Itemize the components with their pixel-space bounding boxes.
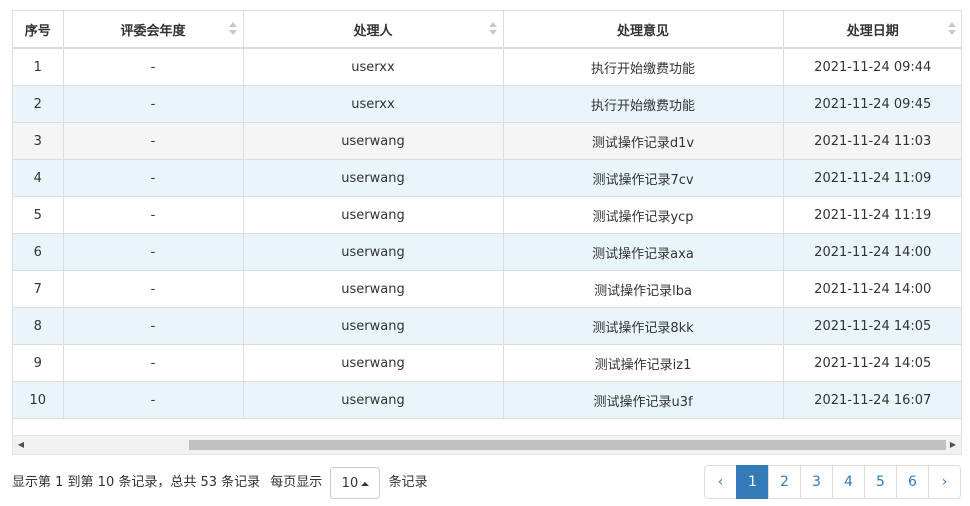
- cell-date: 2021-11-24 11:19: [783, 196, 961, 234]
- cell-index: 9: [13, 344, 64, 382]
- header-date[interactable]: 处理日期: [783, 11, 961, 49]
- table-row[interactable]: 6- userwang 测试操作记录axa 2021-11-24 14:00: [13, 233, 961, 271]
- table-row[interactable]: 1- userxx 执行开始缴费功能 2021-11-24 09:44: [13, 48, 961, 86]
- table-row[interactable]: 4- userwang 测试操作记录7cv 2021-11-24 11:09: [13, 159, 961, 197]
- cell-date: 2021-11-24 16:07: [783, 381, 961, 419]
- prev-page-button[interactable]: ‹: [704, 465, 737, 499]
- page-button-6[interactable]: 6: [896, 465, 929, 499]
- cell-handler: userxx: [243, 85, 504, 123]
- cell-date: 2021-11-24 14:05: [783, 344, 961, 382]
- page-button-4[interactable]: 4: [832, 465, 865, 499]
- cell-index: 10: [13, 381, 64, 419]
- table-row[interactable]: 9- userwang 测试操作记录iz1 2021-11-24 14:05: [13, 344, 961, 382]
- cell-handler: userxx: [243, 48, 504, 86]
- cell-committee-year: -: [63, 307, 244, 345]
- cell-opinion: 测试操作记录iz1: [503, 344, 784, 382]
- page-button-2[interactable]: 2: [768, 465, 801, 499]
- cell-opinion: 执行开始缴费功能: [503, 85, 784, 123]
- cell-date: 2021-11-24 14:00: [783, 233, 961, 271]
- cell-index: 1: [13, 48, 64, 86]
- cell-index: 3: [13, 122, 64, 160]
- records-table: 序号 评委会年度 处理人 处理意见 处理日期 1- userxx 执行开始缴费功能 2…: [13, 11, 961, 419]
- header-opinion: 处理意见: [503, 11, 784, 49]
- records-summary: 显示第 1 到第 10 条记录，总共 53 条记录: [12, 475, 261, 490]
- table-row[interactable]: 7- userwang 测试操作记录lba 2021-11-24 14:00: [13, 270, 961, 308]
- cell-opinion: 测试操作记录ycp: [503, 196, 784, 234]
- scroll-right-icon[interactable]: ▶: [945, 436, 961, 454]
- table-row[interactable]: 2- userxx 执行开始缴费功能 2021-11-24 09:45: [13, 85, 961, 123]
- cell-index: 6: [13, 233, 64, 271]
- scrollbar-thumb[interactable]: [189, 440, 946, 450]
- cell-committee-year: -: [63, 48, 244, 86]
- cell-handler: userwang: [243, 270, 504, 308]
- records-suffix: 条记录: [388, 475, 428, 490]
- sort-icon[interactable]: [228, 21, 237, 37]
- cell-index: 8: [13, 307, 64, 345]
- table-row[interactable]: 8- userwang 测试操作记录8kk 2021-11-24 14:05: [13, 307, 961, 345]
- cell-date: 2021-11-24 14:05: [783, 307, 961, 345]
- header-committee-year[interactable]: 评委会年度: [63, 11, 244, 49]
- cell-opinion: 执行开始缴费功能: [503, 48, 784, 86]
- page-size-select[interactable]: 10: [330, 467, 381, 499]
- cell-date: 2021-11-24 09:45: [783, 85, 961, 123]
- per-page-label: 每页显示: [270, 475, 323, 490]
- cell-committee-year: -: [63, 122, 244, 160]
- pagination-info: 显示第 1 到第 10 条记录，总共 53 条记录 每页显示 10 条记录: [12, 466, 428, 500]
- cell-index: 5: [13, 196, 64, 234]
- cell-committee-year: -: [63, 270, 244, 308]
- pagination: ‹ 1 2 3 4 5 6 ›: [704, 465, 961, 499]
- table-header-row: 序号 评委会年度 处理人 处理意见 处理日期: [13, 11, 961, 49]
- page-button-1[interactable]: 1: [736, 465, 769, 499]
- cell-committee-year: -: [63, 196, 244, 234]
- cell-handler: userwang: [243, 122, 504, 160]
- table-row[interactable]: 3- userwang 测试操作记录d1v 2021-11-24 11:03: [13, 122, 961, 160]
- cell-index: 2: [13, 85, 64, 123]
- records-table-container: 序号 评委会年度 处理人 处理意见 处理日期 1- userxx 执行开始缴费功能 2…: [12, 10, 962, 435]
- page-button-5[interactable]: 5: [864, 465, 897, 499]
- caret-up-icon: [361, 482, 370, 486]
- cell-handler: userwang: [243, 344, 504, 382]
- cell-date: 2021-11-24 11:03: [783, 122, 961, 160]
- cell-handler: userwang: [243, 307, 504, 345]
- sort-icon[interactable]: [948, 21, 956, 37]
- cell-committee-year: -: [63, 344, 244, 382]
- cell-handler: userwang: [243, 196, 504, 234]
- table-row[interactable]: 5- userwang 测试操作记录ycp 2021-11-24 11:19: [13, 196, 961, 234]
- cell-handler: userwang: [243, 233, 504, 271]
- cell-opinion: 测试操作记录d1v: [503, 122, 784, 160]
- cell-date: 2021-11-24 09:44: [783, 48, 961, 86]
- cell-committee-year: -: [63, 159, 244, 197]
- cell-opinion: 测试操作记录axa: [503, 233, 784, 271]
- cell-index: 7: [13, 270, 64, 308]
- sort-icon[interactable]: [488, 21, 497, 37]
- cell-opinion: 测试操作记录7cv: [503, 159, 784, 197]
- horizontal-scrollbar[interactable]: ◀ ▶: [12, 435, 962, 455]
- page-size-value: 10: [341, 476, 359, 491]
- cell-date: 2021-11-24 11:09: [783, 159, 961, 197]
- page-button-3[interactable]: 3: [800, 465, 833, 499]
- cell-handler: userwang: [243, 381, 504, 419]
- cell-committee-year: -: [63, 381, 244, 419]
- cell-opinion: 测试操作记录lba: [503, 270, 784, 308]
- cell-opinion: 测试操作记录8kk: [503, 307, 784, 345]
- cell-opinion: 测试操作记录u3f: [503, 381, 784, 419]
- cell-committee-year: -: [63, 85, 244, 123]
- cell-index: 4: [13, 159, 64, 197]
- header-handler[interactable]: 处理人: [243, 11, 504, 49]
- header-index: 序号: [13, 11, 64, 49]
- cell-committee-year: -: [63, 233, 244, 271]
- table-row[interactable]: 10- userwang 测试操作记录u3f 2021-11-24 16:07: [13, 381, 961, 419]
- scroll-left-icon[interactable]: ◀: [13, 436, 29, 454]
- cell-handler: userwang: [243, 159, 504, 197]
- next-page-button[interactable]: ›: [928, 465, 961, 499]
- cell-date: 2021-11-24 14:00: [783, 270, 961, 308]
